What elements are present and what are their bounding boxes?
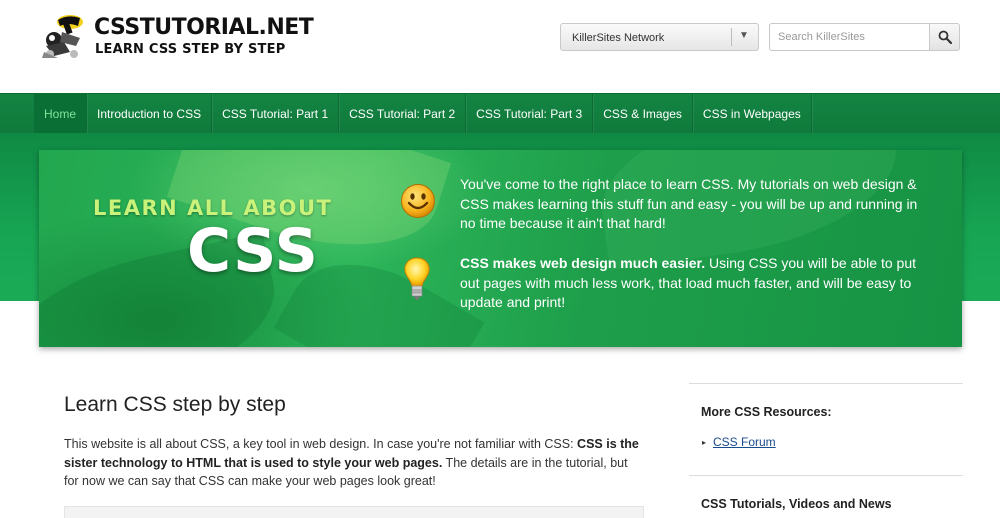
sidebar-videos-title: CSS Tutorials, Videos and News (701, 497, 892, 511)
page-title: Learn CSS step by step (64, 393, 286, 416)
search-icon (938, 30, 952, 44)
nav-item-part-3[interactable]: CSS Tutorial: Part 3 (466, 94, 594, 133)
nav-item-images[interactable]: CSS & Images (593, 94, 693, 133)
bullet-icon: ▸ (702, 438, 707, 447)
nav-item-home[interactable]: Home (34, 94, 88, 133)
nav-item-webpages[interactable]: CSS in Webpages (693, 94, 812, 133)
intro-paragraph: This website is all about CSS, a key too… (64, 435, 642, 491)
brand-subtitle: LEARN CSS STEP BY STEP (95, 42, 286, 57)
intro-text-a: This website is all about CSS, a key too… (64, 437, 578, 451)
hero-paragraph-1: You've come to the right place to learn … (460, 176, 918, 231)
chevron-down-icon: ▼ (739, 30, 749, 41)
main-nav: Home Introduction to CSS CSS Tutorial: P… (0, 93, 1000, 133)
hero-heading: CSS (187, 216, 319, 286)
brand-title[interactable]: CSSTUTORIAL.NET (94, 15, 314, 40)
select-divider (731, 28, 732, 46)
smiley-icon (401, 184, 435, 218)
hero-paragraph-2-bold: CSS makes web design much easier. (460, 255, 706, 271)
sidebar-resources-title: More CSS Resources: (701, 405, 832, 419)
css-forum-link[interactable]: CSS Forum (713, 435, 776, 449)
search-button[interactable] (929, 23, 960, 51)
search-input[interactable] (769, 23, 930, 51)
nav-item-part-2[interactable]: CSS Tutorial: Part 2 (339, 94, 467, 133)
hero-paragraph-2: CSS makes web design much easier. Using … (460, 254, 930, 313)
site-header: CSSTUTORIAL.NET LEARN CSS STEP BY STEP K… (0, 0, 1000, 93)
content-box (64, 506, 644, 518)
network-select[interactable]: KillerSites Network ▼ (560, 23, 759, 51)
logo-mascot-icon[interactable] (40, 12, 92, 60)
sidebar-divider (689, 383, 963, 384)
hero-banner: LEARN ALL ABOUT CSS You've come to the r… (39, 150, 962, 347)
lightbulb-icon (404, 257, 430, 300)
nav-item-part-1[interactable]: CSS Tutorial: Part 1 (212, 94, 340, 133)
network-select-value: KillerSites Network (572, 32, 665, 44)
sidebar-divider (689, 475, 963, 476)
nav-item-introduction[interactable]: Introduction to CSS (87, 94, 213, 133)
